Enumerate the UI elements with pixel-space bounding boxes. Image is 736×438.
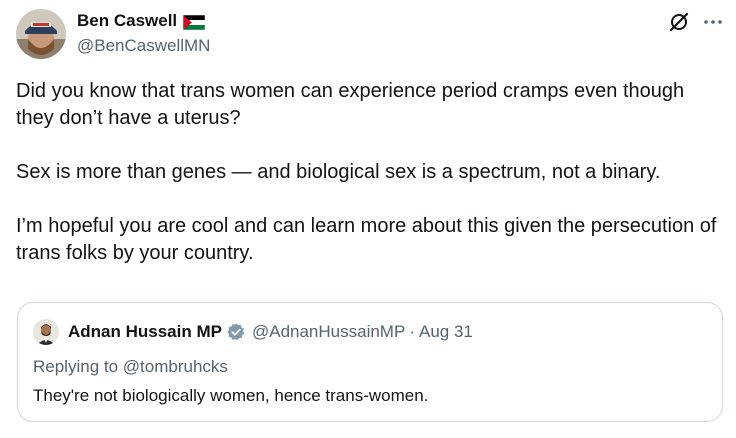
- quoted-post-header: Adnan Hussain MP @AdnanHussainMP · Aug 3…: [68, 320, 473, 344]
- quoted-post-date[interactable]: Aug 31: [419, 320, 473, 344]
- post-text: Did you know that trans women can experi…: [16, 78, 722, 267]
- palestine-flag-icon: [182, 14, 206, 30]
- quoted-author-handle[interactable]: @AdnanHussainMP: [252, 320, 405, 344]
- replying-to: Replying to @tombruhcks: [33, 355, 228, 379]
- quoted-author-name[interactable]: Adnan Hussain MP: [68, 320, 222, 344]
- quoted-post-text: They're not biologically women, hence tr…: [33, 386, 429, 405]
- author-name[interactable]: Ben Caswell: [77, 10, 206, 32]
- post-paragraph: Did you know that trans women can experi…: [16, 80, 685, 129]
- quoted-author-avatar[interactable]: [33, 319, 59, 345]
- replying-to-label: Replying to: [33, 357, 119, 376]
- verified-badge-icon: [226, 322, 246, 342]
- more-icon[interactable]: [702, 11, 724, 33]
- quoted-post[interactable]: Adnan Hussain MP @AdnanHussainMP · Aug 3…: [17, 302, 723, 422]
- post-paragraph: Sex is more than genes — and biological …: [16, 161, 661, 183]
- author-name-text: Ben Caswell: [77, 11, 178, 30]
- post-card: Ben Caswell @BenCaswellMN Did you know t…: [0, 0, 736, 438]
- author-avatar[interactable]: [16, 9, 66, 59]
- separator-dot: ·: [409, 322, 415, 341]
- grok-icon[interactable]: [668, 11, 690, 33]
- author-handle[interactable]: @BenCaswellMN: [77, 35, 210, 57]
- replying-to-handle[interactable]: @tombruhcks: [123, 357, 228, 376]
- post-paragraph: I’m hopeful you are cool and can learn m…: [16, 215, 717, 264]
